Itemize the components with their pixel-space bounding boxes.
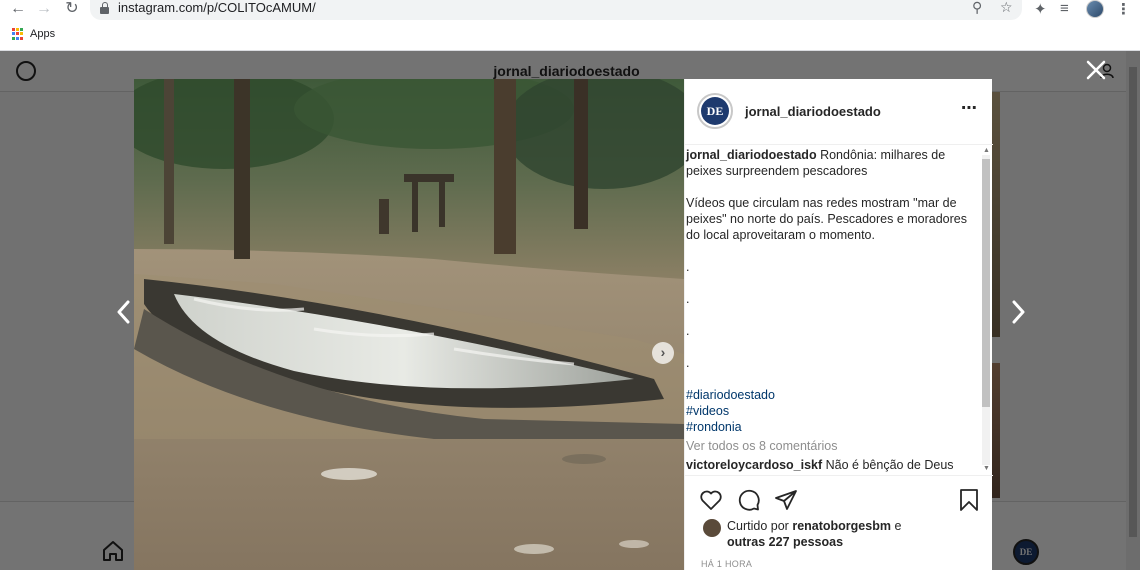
caption-dot: . xyxy=(686,324,690,338)
heart-icon[interactable] xyxy=(699,488,723,512)
post-panel: DE jornal_diariodoestado ⋯ jornal_diario… xyxy=(684,79,993,570)
post-actions: Curtido por renatoborgesbm e outras 227 … xyxy=(685,475,993,570)
caption-body: Vídeos que circulam nas redes mostram "m… xyxy=(686,196,967,242)
apps-grid-icon xyxy=(12,28,24,40)
comment-text: Não é bênção de Deus xyxy=(825,458,954,472)
address-bar[interactable]: instagram.com/p/COLITOcAMUM/ ⚲ ☆ xyxy=(90,0,1022,20)
more-options-icon[interactable]: ⋯ xyxy=(961,101,978,117)
caption-dot: . xyxy=(686,260,690,274)
comment-username[interactable]: victoreloycardoso_iskf xyxy=(686,458,822,472)
bookmark-star-icon[interactable]: ☆ xyxy=(1000,0,1013,16)
caption-dot: . xyxy=(686,292,690,306)
hashtag-link[interactable]: #rondonia xyxy=(686,419,981,435)
liker-avatar[interactable] xyxy=(703,519,721,537)
hashtag-link[interactable]: #videos xyxy=(686,403,981,419)
chrome-menu-icon[interactable]: ⋮ xyxy=(1116,0,1131,18)
url-text[interactable]: instagram.com/p/COLITOcAMUM/ xyxy=(118,0,316,15)
post-caption: jornal_diariodoestado Rondônia: milhares… xyxy=(685,147,981,473)
likes-suffix: e xyxy=(894,519,902,533)
share-icon[interactable] xyxy=(774,488,798,512)
back-arrow-icon[interactable]: ← xyxy=(6,0,30,20)
post-modal: › DE jornal_diariodoestado ⋯ jornal_diar… xyxy=(134,79,993,570)
comment-icon[interactable] xyxy=(737,488,761,512)
likes-others-link[interactable]: outras 227 pessoas xyxy=(727,535,843,549)
media-control-icon[interactable]: ≡ xyxy=(1060,0,1069,17)
previous-post-arrow-icon[interactable] xyxy=(114,299,134,325)
carousel-next-button[interactable]: › xyxy=(652,342,674,364)
extensions-icon[interactable]: ✦ xyxy=(1034,0,1047,18)
video-frame xyxy=(134,79,684,570)
bookmark-apps[interactable]: Apps xyxy=(12,28,55,40)
save-bookmark-icon[interactable] xyxy=(957,488,981,512)
view-comments-link[interactable]: Ver todos os 8 comentários xyxy=(686,438,981,454)
author-avatar[interactable]: DE xyxy=(697,93,733,129)
forward-arrow-icon[interactable]: → xyxy=(32,0,56,20)
post-header: DE jornal_diariodoestado ⋯ xyxy=(685,79,993,145)
hashtag-link[interactable]: #diariodoestado xyxy=(686,387,981,403)
likes-summary: Curtido por renatoborgesbm e outras 227 … xyxy=(703,518,901,550)
caption-dot: . xyxy=(686,356,690,370)
reload-icon[interactable]: ↻ xyxy=(60,0,84,20)
lock-icon xyxy=(100,2,109,14)
next-post-arrow-icon[interactable] xyxy=(1008,299,1028,325)
caption-scrollbar[interactable]: ▲ ▼ xyxy=(980,145,992,475)
author-username[interactable]: jornal_diariodoestado xyxy=(745,104,881,119)
post-video[interactable]: › xyxy=(134,79,684,570)
avatar-initials: DE xyxy=(701,97,729,125)
liker-username[interactable]: renatoborgesbm xyxy=(792,519,891,533)
close-icon[interactable] xyxy=(1085,59,1107,81)
profile-avatar[interactable] xyxy=(1086,0,1104,18)
likes-prefix: Curtido por xyxy=(727,519,789,533)
apps-label: Apps xyxy=(30,28,56,40)
browser-chrome: ← → ↻ instagram.com/p/COLITOcAMUM/ ⚲ ☆ ✦… xyxy=(0,0,1140,51)
post-timestamp[interactable]: HÁ 1 HORA xyxy=(701,559,752,569)
zoom-icon[interactable]: ⚲ xyxy=(972,0,982,16)
caption-username[interactable]: jornal_diariodoestado xyxy=(686,148,817,162)
